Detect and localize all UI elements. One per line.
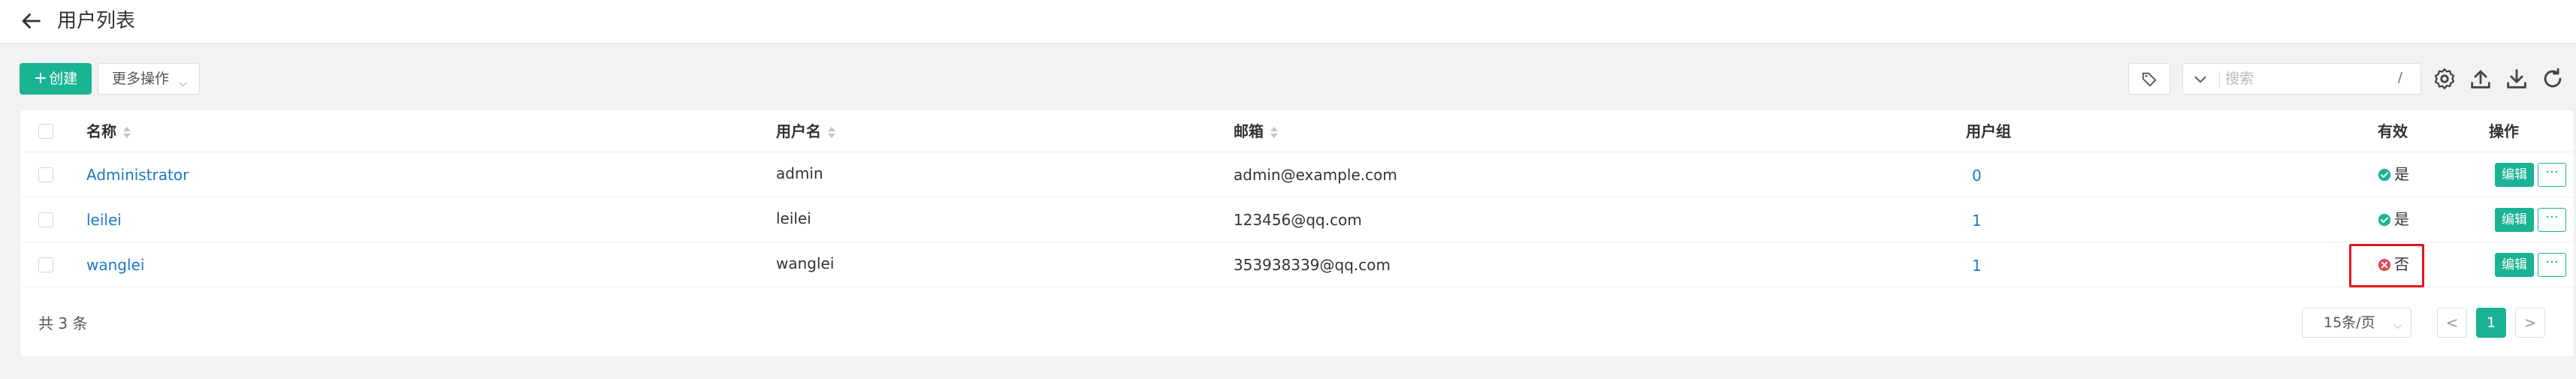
- page-title: 用户列表: [57, 10, 136, 32]
- column-header-name[interactable]: 名称: [86, 122, 131, 140]
- chevron-down-icon: ⌵: [179, 77, 187, 89]
- row-checkbox[interactable]: [38, 212, 53, 227]
- username-cell: leilei: [776, 209, 811, 227]
- active-status: 是: [2378, 210, 2409, 228]
- search-shortcut-hint: /: [2397, 70, 2402, 86]
- table-row: wanglei wanglei 353938339@qq.com 1 否 编辑 …: [20, 242, 2574, 287]
- search-box: /: [2182, 63, 2421, 95]
- upload-icon[interactable]: [2468, 66, 2493, 92]
- create-button[interactable]: + 创建: [20, 63, 92, 95]
- inactive-status: 否: [2378, 255, 2409, 273]
- tag-icon: [2142, 72, 2157, 87]
- user-name-link[interactable]: Administrator: [86, 166, 189, 184]
- sort-icon[interactable]: [122, 126, 131, 139]
- total-count: 共 3 条: [38, 314, 88, 332]
- row-more-button[interactable]: ···: [2538, 163, 2566, 187]
- table-row: leilei leilei 123456@qq.com 1 是 编辑 ···: [20, 197, 2574, 242]
- sort-icon[interactable]: [827, 126, 836, 139]
- row-more-button[interactable]: ···: [2538, 208, 2566, 232]
- column-header-active: 有效: [2378, 122, 2408, 140]
- email-cell: admin@example.com: [1234, 166, 1397, 184]
- email-cell: 123456@qq.com: [1234, 211, 1362, 229]
- search-divider: [2219, 71, 2220, 88]
- x-circle-icon: [2378, 258, 2391, 272]
- page-header: 用户列表: [0, 0, 2576, 44]
- prev-page-button[interactable]: <: [2437, 308, 2467, 338]
- check-circle-icon: [2378, 213, 2391, 227]
- edit-button[interactable]: 编辑: [2495, 163, 2534, 187]
- table-header: 名称 用户名 邮箱 用户组 有效 操作: [20, 110, 2574, 152]
- table-row: Administrator admin admin@example.com 0 …: [20, 152, 2574, 197]
- page-number-current[interactable]: 1: [2476, 308, 2506, 338]
- chevron-down-icon: ⌵: [2393, 320, 2402, 332]
- column-header-email[interactable]: 邮箱: [1234, 122, 1279, 140]
- search-field-dropdown-icon[interactable]: [2191, 70, 2210, 89]
- user-name-link[interactable]: leilei: [86, 211, 122, 229]
- edit-button[interactable]: 编辑: [2495, 208, 2534, 232]
- row-checkbox[interactable]: [38, 167, 53, 182]
- row-more-button[interactable]: ···: [2538, 253, 2566, 277]
- column-header-group: 用户组: [1966, 122, 2011, 140]
- edit-button[interactable]: 编辑: [2495, 253, 2534, 277]
- check-circle-icon: [2378, 168, 2391, 182]
- refresh-icon[interactable]: [2540, 66, 2565, 92]
- user-group-count-link[interactable]: 1: [1972, 257, 1982, 275]
- email-cell: 353938339@qq.com: [1234, 256, 1391, 274]
- download-icon[interactable]: [2504, 66, 2529, 92]
- plus-icon: +: [33, 69, 48, 88]
- select-all-checkbox[interactable]: [38, 124, 53, 139]
- sort-icon[interactable]: [1270, 126, 1279, 139]
- page-size-select[interactable]: 15条/页 ⌵: [2302, 308, 2411, 338]
- username-cell: admin: [776, 164, 823, 182]
- column-header-actions: 操作: [2489, 122, 2519, 140]
- column-header-username[interactable]: 用户名: [776, 122, 836, 140]
- row-checkbox[interactable]: [38, 257, 53, 272]
- next-page-button[interactable]: >: [2515, 308, 2545, 338]
- user-name-link[interactable]: wanglei: [86, 256, 144, 274]
- page-size-value: 15条/页: [2324, 314, 2375, 331]
- create-button-label: 创建: [49, 71, 78, 87]
- active-status: 是: [2378, 165, 2409, 183]
- user-table-card: 名称 用户名 邮箱 用户组 有效 操作 Administrator admin …: [20, 110, 2574, 357]
- tag-filter-button[interactable]: [2128, 63, 2170, 95]
- gear-icon[interactable]: [2432, 66, 2457, 92]
- user-group-count-link[interactable]: 1: [1972, 212, 1982, 230]
- back-arrow-icon[interactable]: [18, 8, 44, 34]
- username-cell: wanglei: [776, 254, 835, 272]
- user-group-count-link[interactable]: 0: [1972, 167, 1982, 185]
- more-actions-label: 更多操作: [112, 71, 170, 87]
- search-input[interactable]: [2225, 68, 2375, 89]
- more-actions-dropdown[interactable]: 更多操作 ⌵: [98, 63, 200, 95]
